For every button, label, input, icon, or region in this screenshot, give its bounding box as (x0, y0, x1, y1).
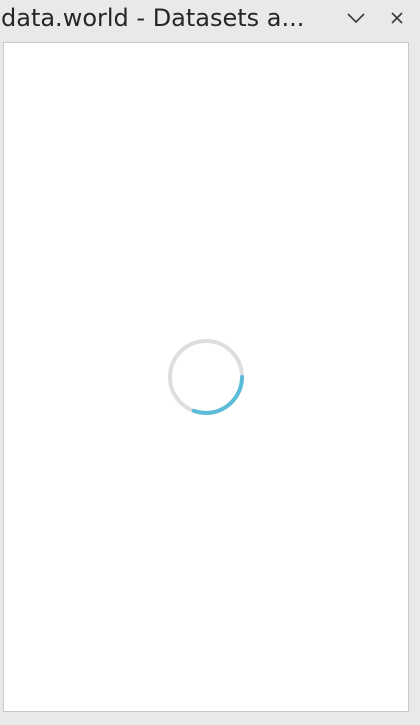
task-pane-close-button[interactable] (383, 4, 411, 32)
add-in-content-frame (3, 42, 409, 712)
task-pane-titlebar: data.world - Datasets a... (0, 0, 420, 40)
close-icon (391, 12, 403, 24)
task-pane: data.world - Datasets a... (0, 0, 420, 725)
task-pane-options-button[interactable] (342, 4, 370, 32)
chevron-down-icon (347, 13, 365, 24)
loading-spinner-icon (168, 339, 244, 415)
task-pane-title: data.world - Datasets a... (1, 4, 305, 32)
spinner-arc (191, 375, 244, 415)
